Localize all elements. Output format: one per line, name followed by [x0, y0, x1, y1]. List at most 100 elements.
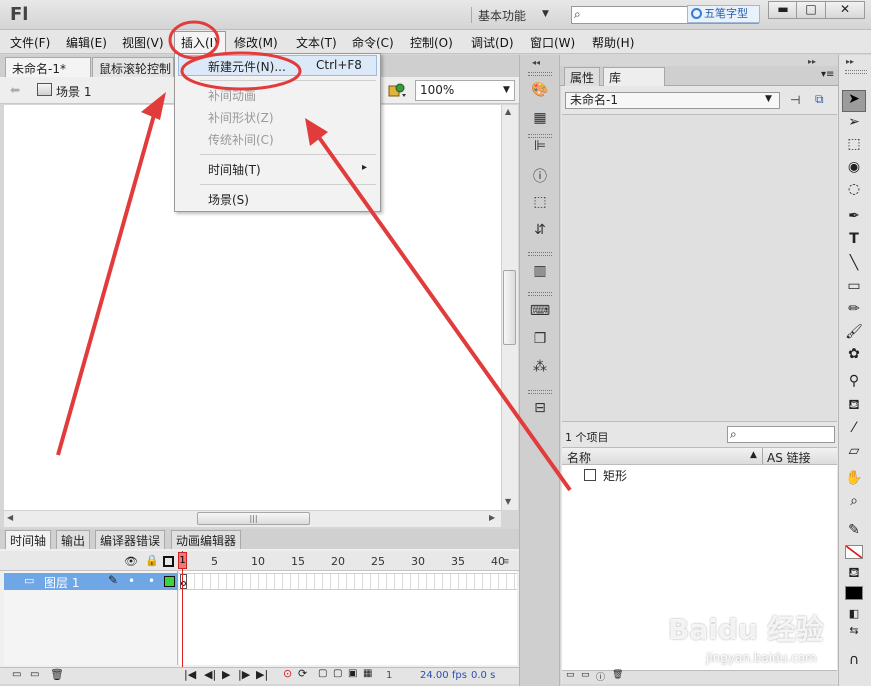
motion-presets-icon[interactable]: ⁂: [529, 359, 551, 379]
playhead[interactable]: 1: [178, 552, 187, 569]
lock-dot-icon[interactable]: •: [148, 574, 155, 588]
selection-tool-icon[interactable]: ➤: [843, 91, 865, 111]
free-transform-tool-icon[interactable]: ⬚: [843, 136, 865, 156]
color-palette-icon[interactable]: 🎨: [529, 82, 551, 102]
panel-grip[interactable]: [528, 390, 552, 394]
layer-name[interactable]: 图层 1: [44, 574, 79, 591]
menu-item-new-symbol[interactable]: 新建元件(N)...: [208, 58, 286, 75]
scroll-down-icon[interactable]: ▼: [505, 497, 511, 506]
tab-properties[interactable]: 属性: [564, 67, 601, 86]
tab-output[interactable]: 输出: [56, 530, 91, 549]
eye-icon[interactable]: 👁: [124, 555, 138, 568]
panel-grip[interactable]: [528, 252, 552, 256]
restore-button[interactable]: □: [796, 1, 826, 19]
tab-library[interactable]: 库: [603, 67, 665, 86]
snap-magnet-icon[interactable]: ∩: [843, 652, 865, 672]
fill-swatch[interactable]: [845, 586, 863, 600]
stroke-swatch[interactable]: [845, 545, 863, 559]
workspace-switcher[interactable]: 基本功能: [478, 7, 526, 23]
panel-grip[interactable]: [845, 70, 867, 74]
menu-commands[interactable]: 命令(C): [352, 34, 394, 50]
menu-control[interactable]: 控制(O): [410, 34, 453, 50]
tab-document-2[interactable]: 鼠标滚轮控制: [92, 57, 174, 77]
last-frame-icon[interactable]: ▶|: [256, 668, 268, 681]
chevron-down-icon[interactable]: ▼: [542, 9, 549, 19]
menu-help[interactable]: 帮助(H): [592, 34, 634, 50]
scene-label[interactable]: 场景 1: [56, 83, 91, 100]
swatches-grid-icon[interactable]: ▦: [529, 110, 551, 130]
components-icon[interactable]: ❒: [529, 331, 551, 351]
menu-view[interactable]: 视图(V): [122, 34, 164, 50]
back-arrow-icon[interactable]: ⬅: [10, 83, 20, 97]
edit-multiple-icon[interactable]: ▣: [348, 668, 357, 679]
swap-colors-icon[interactable]: ⇆: [843, 624, 865, 644]
new-folder-icon[interactable]: ▭: [581, 670, 590, 680]
library-books-icon[interactable]: ▥: [529, 263, 551, 283]
new-folder-icon[interactable]: ▭: [30, 669, 39, 680]
layer-row[interactable]: ▭ 图层 1 ✎ • •: [4, 573, 178, 590]
3d-rotation-tool-icon[interactable]: ◉: [843, 159, 865, 179]
stroke-color-icon[interactable]: ✎: [843, 522, 865, 542]
scroll-right-icon[interactable]: ▶: [489, 513, 495, 522]
onion-skin-icon[interactable]: ▢: [318, 668, 327, 679]
onion-outline-icon[interactable]: ▢: [333, 668, 342, 679]
eyedropper-tool-icon[interactable]: ⁄: [843, 420, 865, 440]
tab-document-1[interactable]: 未命名-1*: [5, 57, 91, 77]
paint-bucket-tool-icon[interactable]: ⛾: [843, 397, 865, 417]
close-button[interactable]: ✕: [825, 1, 865, 19]
vertical-scroll-thumb[interactable]: [503, 270, 516, 345]
menu-window[interactable]: 窗口(W): [530, 34, 575, 50]
fps-readout[interactable]: 24.00 fps: [420, 670, 467, 681]
fps-value[interactable]: 24.00: [420, 670, 449, 681]
frame-row[interactable]: [179, 573, 517, 590]
deco-tool-icon[interactable]: ✿: [843, 346, 865, 366]
horizontal-scroll-thumb[interactable]: |||: [197, 512, 310, 525]
onion-markers-icon[interactable]: ▦: [363, 668, 372, 679]
panel-menu-icon[interactable]: ▾≡: [821, 69, 834, 80]
rectangle-tool-icon[interactable]: ▭: [843, 278, 865, 298]
fill-color-icon[interactable]: ⛾: [843, 565, 865, 585]
collapse-right-icon[interactable]: ▸▸: [808, 57, 816, 66]
tab-timeline[interactable]: 时间轴: [5, 530, 52, 549]
zoom-tool-icon[interactable]: ⌕: [843, 493, 865, 513]
info-icon[interactable]: ⓘ: [529, 166, 551, 186]
brush-tool-icon[interactable]: 🖌: [843, 324, 865, 344]
layer-color-swatch[interactable]: [164, 576, 175, 587]
line-tool-icon[interactable]: ╲: [843, 255, 865, 275]
menu-file[interactable]: 文件(F): [10, 34, 50, 50]
scroll-up-icon[interactable]: ▲: [505, 107, 511, 116]
pencil-tool-icon[interactable]: ✏: [843, 301, 865, 321]
lasso-tool-icon[interactable]: ◌: [843, 181, 865, 201]
chevron-down-icon[interactable]: ▼: [503, 85, 510, 95]
menu-item-scene[interactable]: 场景(S): [208, 191, 249, 208]
prev-frame-icon[interactable]: ◀|: [204, 668, 216, 681]
properties-icon[interactable]: ⓘ: [596, 670, 605, 683]
menu-modify[interactable]: 修改(M): [234, 34, 278, 50]
history-icon[interactable]: ⇵: [529, 222, 551, 242]
menu-debug[interactable]: 调试(D): [471, 34, 514, 50]
chevron-down-icon[interactable]: ▼: [765, 94, 772, 104]
hand-tool-icon[interactable]: ✋: [843, 470, 865, 490]
first-frame-icon[interactable]: |◀: [184, 668, 196, 681]
delete-layer-icon[interactable]: 🗑: [50, 668, 64, 681]
collapse-tools-icon[interactable]: ▸▸: [846, 57, 854, 66]
center-frame-icon[interactable]: ⊙: [283, 667, 292, 680]
scroll-left-icon[interactable]: ◀: [7, 513, 13, 522]
menu-item-timeline[interactable]: 时间轴(T): [208, 161, 261, 178]
new-layer-icon[interactable]: ▭: [12, 669, 21, 680]
pen-tool-icon[interactable]: ✒: [843, 208, 865, 228]
loop-icon[interactable]: ⟳: [298, 667, 307, 680]
outline-icon[interactable]: [163, 556, 174, 567]
panel-grip[interactable]: [528, 292, 552, 296]
column-name[interactable]: 名称: [567, 449, 591, 466]
actions-script-icon[interactable]: ⌨: [529, 303, 551, 323]
transform-icon[interactable]: ⬚: [529, 194, 551, 214]
sort-icon[interactable]: ▲: [750, 450, 757, 460]
library-item[interactable]: 矩形: [603, 467, 627, 484]
menu-insert[interactable]: 插入(I): [181, 34, 218, 50]
subselection-tool-icon[interactable]: ➢: [843, 114, 865, 134]
next-frame-icon[interactable]: |▶: [238, 668, 250, 681]
menu-edit[interactable]: 编辑(E): [66, 34, 107, 50]
edit-symbols-icon[interactable]: [388, 82, 406, 98]
bone-tool-icon[interactable]: ⚲: [843, 373, 865, 393]
